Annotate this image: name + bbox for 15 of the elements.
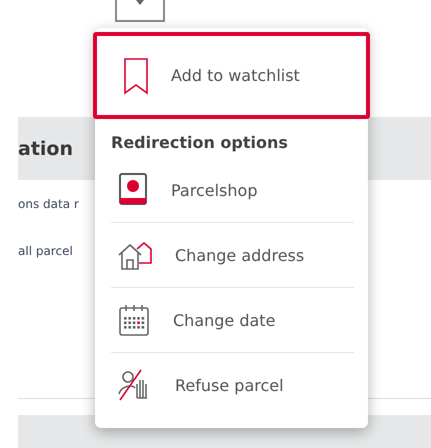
menu-item[interactable]: Change date	[111, 287, 354, 352]
watchlist-item[interactable]: Add to watchlist	[93, 32, 370, 119]
caret-icon	[136, 0, 144, 5]
menu-item[interactable]: Refuse parcel	[111, 352, 354, 417]
dropdown-button[interactable]	[115, 0, 165, 22]
bookmark-icon	[123, 56, 149, 94]
menu-item[interactable]: Parcelshop	[111, 158, 354, 222]
parcel-shop-icon	[117, 172, 149, 208]
calendar-icon	[117, 303, 151, 337]
menu-item[interactable]: Change address	[111, 222, 354, 287]
section-title: Redirection options	[111, 133, 288, 152]
column-heading: ation	[18, 138, 73, 160]
table-cell: all parcel	[18, 244, 73, 258]
houses-icon	[117, 239, 153, 271]
table-cell: ons data r	[18, 196, 79, 210]
